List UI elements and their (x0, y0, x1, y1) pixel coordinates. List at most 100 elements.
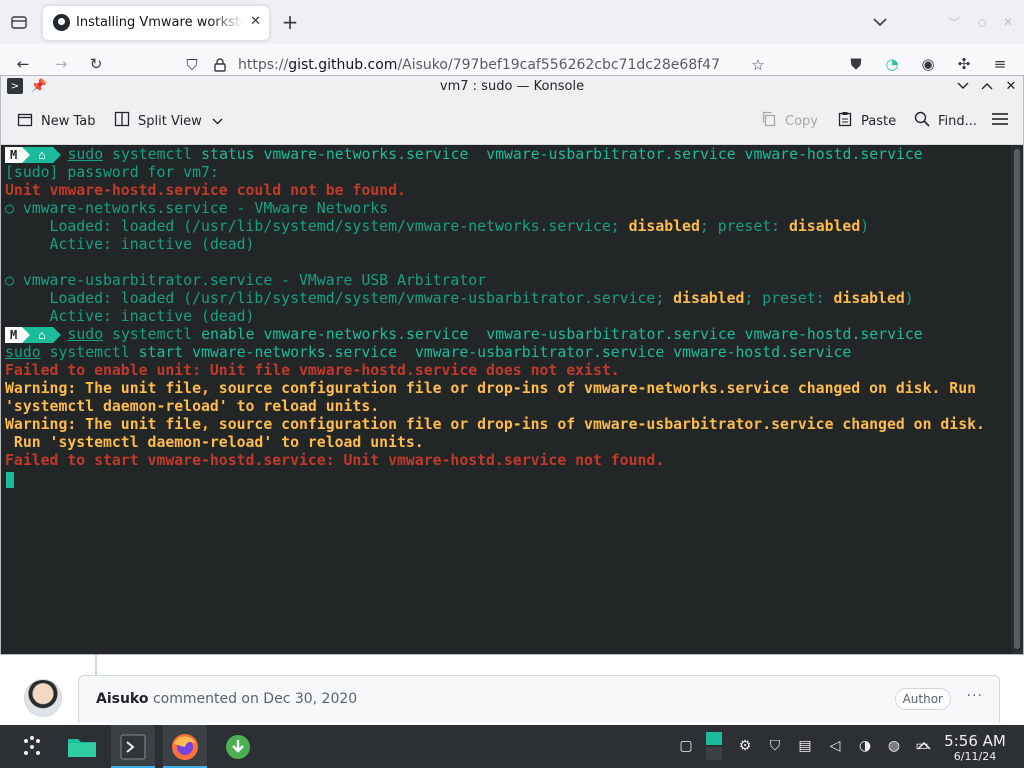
terminal-scrollbar[interactable] (1011, 145, 1023, 654)
clipboard-tray-icon[interactable]: ▢ (676, 736, 696, 756)
taskbar-dolphin[interactable] (60, 725, 104, 768)
minimize-icon[interactable]: ﹀ (944, 12, 964, 32)
close-tab-icon[interactable]: ✕ (250, 14, 261, 29)
taskbar-firefox[interactable] (163, 725, 207, 768)
command-args: start vmware-networks.service vmware-usb… (129, 344, 852, 361)
command-name: systemctl (112, 146, 193, 163)
comment-author[interactable]: Aisuko (96, 691, 149, 707)
disabled-text: disabled (833, 290, 905, 307)
comment-date: commented on Dec 30, 2020 (148, 691, 358, 707)
minimize-icon[interactable] (955, 78, 971, 94)
github-page: Aisuko commented on Dec 30, 2020 Author … (0, 655, 1024, 725)
lock-icon[interactable] (210, 55, 230, 75)
terminal-line-error: Failed to start vmware-hostd.service: Un… (5, 452, 665, 469)
split-view-button[interactable]: Split View (114, 111, 223, 131)
url-prefix: https:// (238, 57, 289, 73)
battery-icon[interactable]: ◑ (855, 736, 875, 756)
browser-tab-bar: Installing Vmware workstation ✕ + ﹀ ◇ ✕ (0, 0, 1024, 44)
terminal-line: M ⌂ sudo systemctl status vmware-networks.… (5, 146, 923, 164)
maximize-icon[interactable] (979, 78, 995, 94)
paren-text: ) (904, 290, 914, 307)
comment-header: Aisuko commented on Dec 30, 2020 Author … (78, 675, 1000, 723)
bookmark-star-icon[interactable]: ☆ (748, 55, 768, 75)
kde-launcher-icon (24, 735, 40, 755)
prompt-os-glyph: M (5, 147, 23, 163)
taskbar-konsole[interactable] (111, 725, 155, 768)
terminal-line-warning: Warning: The unit file, source configura… (5, 416, 985, 433)
more-options-icon[interactable]: ··· (967, 688, 983, 704)
konsole-toolbar: New Tab Split View Copy Paste Find... (1, 97, 1023, 145)
chevron-down-icon[interactable] (212, 114, 223, 129)
new-tab-label: New Tab (41, 113, 96, 129)
find-label: Find... (938, 113, 978, 129)
paren-text: ) (860, 218, 870, 235)
terminal-cursor (6, 472, 14, 488)
terminal-output[interactable]: M ⌂ sudo systemctl status vmware-networks.… (1, 145, 1011, 654)
shield-icon[interactable]: ⛉ (765, 736, 785, 756)
copy-label: Copy (785, 113, 818, 129)
tab-list-icon[interactable] (8, 12, 30, 32)
download-icon (226, 734, 250, 759)
new-tab-button[interactable]: + (280, 10, 300, 34)
scrollbar-thumb[interactable] (1014, 149, 1020, 649)
terminal-line: Active: inactive (dead) (5, 308, 255, 325)
home-icon: ⌂ (30, 147, 54, 163)
disabled-text: disabled (628, 218, 700, 235)
chevron-up-icon[interactable] (914, 736, 934, 756)
command-name: systemctl (112, 326, 193, 343)
command-sudo: sudo (67, 326, 104, 343)
disabled-text: disabled (673, 290, 745, 307)
clock-date[interactable]: 6/11/24 (936, 750, 1014, 763)
loaded-text: Loaded: loaded (/usr/lib/systemd/system/… (5, 218, 629, 235)
hamburger-menu-button[interactable] (991, 111, 1009, 131)
browser-tab-title: Installing Vmware workstation (76, 15, 244, 30)
terminal-line: ○ vmware-usbarbitrator.service - VMware … (5, 272, 487, 289)
menu-icon[interactable]: ≡ (990, 54, 1010, 74)
paste-icon (837, 111, 853, 131)
extensions-icon[interactable]: ✣ (954, 54, 974, 74)
notes-icon[interactable]: ▤ (795, 736, 815, 756)
app-launcher-button[interactable] (12, 725, 56, 768)
konsole-window: > 📌 vm7 : sudo — Konsole ✕ New Tab Split… (0, 75, 1024, 655)
find-button[interactable]: Find... (914, 111, 977, 131)
paste-label: Paste (861, 113, 897, 129)
clock-time[interactable]: 5:56 AM (936, 732, 1014, 750)
terminal-line-error: Unit vmware-hostd.service could not be f… (5, 182, 406, 199)
close-window-icon[interactable]: ✕ (998, 12, 1018, 32)
shell-prompt: M ⌂ (5, 327, 67, 343)
forward-icon[interactable]: → (50, 54, 72, 74)
pocket-icon[interactable]: ⛊ (846, 54, 866, 74)
prompt-os-glyph: M (5, 327, 23, 343)
split-view-icon (114, 111, 130, 131)
command-sudo: sudo (5, 344, 41, 361)
copy-button[interactable]: Copy (761, 111, 818, 131)
avatar[interactable] (24, 679, 62, 717)
close-icon[interactable]: ✕ (1003, 78, 1019, 94)
maximize-icon[interactable]: ◇ (972, 12, 992, 32)
network-settings-icon[interactable]: ⚙ (735, 736, 755, 756)
preset-text: ; preset: (699, 218, 789, 235)
tracking-protection-icon[interactable]: ⛉ (182, 55, 202, 75)
back-icon[interactable]: ← (12, 54, 34, 74)
muted-speaker-icon[interactable]: ◁ (825, 736, 845, 756)
network-icon[interactable]: ◍ (884, 736, 904, 756)
github-icon (53, 14, 70, 31)
split-view-label: Split View (138, 113, 202, 129)
terminal-line: [sudo] password for vm7: (5, 164, 219, 181)
new-tab-button[interactable]: New Tab (17, 111, 96, 131)
konsole-titlebar[interactable]: > 📌 vm7 : sudo — Konsole ✕ (1, 76, 1023, 97)
list-all-tabs-icon[interactable] (870, 12, 890, 32)
comment-meta: Aisuko commented on Dec 30, 2020 (96, 691, 357, 707)
account-icon[interactable]: ◉ (918, 54, 938, 74)
browser-tab[interactable]: Installing Vmware workstation ✕ (43, 6, 269, 40)
terminal-line: ○ vmware-networks.service - VMware Netwo… (5, 200, 389, 217)
hamburger-icon (991, 112, 1009, 130)
paste-button[interactable]: Paste (837, 111, 896, 131)
sync-icon[interactable]: ◔ (882, 54, 902, 74)
terminal-line-error: Failed to enable unit: Unit file vmware-… (5, 362, 620, 379)
reload-icon[interactable]: ↻ (85, 54, 107, 74)
firefox-icon (172, 733, 198, 760)
taskbar-discover[interactable] (216, 725, 260, 768)
pager-icon[interactable] (704, 731, 724, 761)
terminal-line-warning: 'systemctl daemon-reload' to reload unit… (5, 398, 380, 415)
